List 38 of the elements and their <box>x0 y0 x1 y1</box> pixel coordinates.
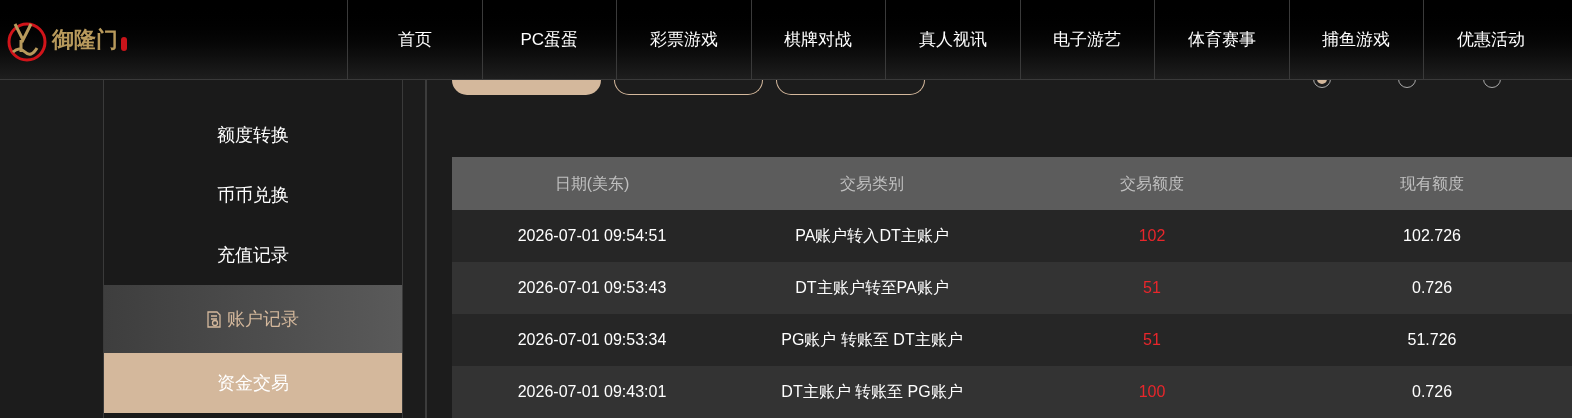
nav-link[interactable]: 体育赛事 <box>1154 0 1289 79</box>
table-cell: PG账户 转账至 DT主账户 <box>732 314 1012 366</box>
table-cell: 2026-07-01 09:53:43 <box>452 262 732 314</box>
table-cell: 51.726 <box>1292 314 1572 366</box>
sidebar-item[interactable]: 额度转换 <box>104 105 403 165</box>
table-cell: 0.726 <box>1292 366 1572 418</box>
nav-link[interactable]: 优惠活动 <box>1423 0 1558 79</box>
sidebar-item[interactable]: 充值记录 <box>104 225 403 285</box>
table-cell: 102 <box>1012 210 1292 262</box>
nav-link[interactable]: 真人视讯 <box>885 0 1020 79</box>
nav-link[interactable]: 捕鱼游戏 <box>1288 0 1423 79</box>
table-cell: 102.726 <box>1292 210 1572 262</box>
nav-link[interactable]: 首页 <box>347 0 482 79</box>
nav-link[interactable]: 棋牌对战 <box>750 0 885 79</box>
sidebar-item[interactable]: 账户记录 <box>104 285 403 353</box>
column-header: 日期(美东) <box>452 157 732 210</box>
table-cell: 100 <box>1012 366 1292 418</box>
column-header: 交易额度 <box>1012 157 1292 210</box>
nav-link[interactable]: 电子游艺 <box>1019 0 1154 79</box>
document-icon <box>207 310 222 328</box>
table-cell: 2026-07-01 09:43:01 <box>452 366 732 418</box>
filter-button[interactable] <box>452 80 601 95</box>
nav-link[interactable]: 彩票游戏 <box>616 0 751 79</box>
table-cell: 51 <box>1012 262 1292 314</box>
table-cell: DT主账户 转账至 PG账户 <box>732 366 1012 418</box>
table-cell: 2026-07-01 09:53:34 <box>452 314 732 366</box>
table-cell: 51 <box>1012 314 1292 366</box>
sidebar-item[interactable]: 币币兑换 <box>104 165 403 225</box>
table-cell: DT主账户转至PA账户 <box>732 262 1012 314</box>
nav-link[interactable]: PC蛋蛋 <box>481 0 616 79</box>
table-cell: PA账户转入DT主账户 <box>732 210 1012 262</box>
logo-text: 御隆门 <box>52 26 118 54</box>
table-cell: 2026-07-01 09:54:51 <box>452 210 732 262</box>
column-header: 现有额度 <box>1292 157 1572 210</box>
table-cell: 0.726 <box>1292 262 1572 314</box>
sidebar-label: 账户记录 <box>227 307 300 331</box>
seal-icon <box>121 36 127 51</box>
column-header: 交易类别 <box>732 157 1012 210</box>
